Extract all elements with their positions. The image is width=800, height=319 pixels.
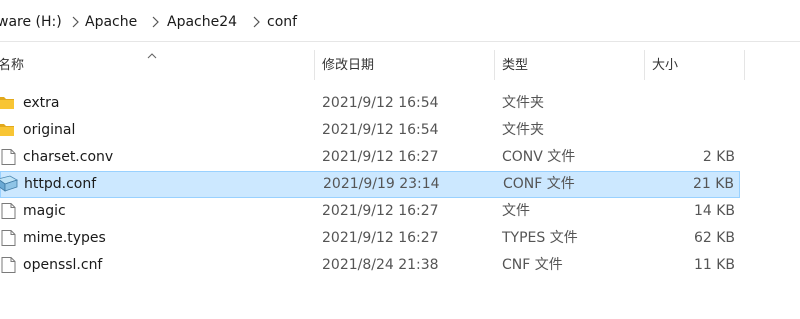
file-name: httpd.conf: [24, 176, 97, 192]
breadcrumb-item-apache[interactable]: Apache: [85, 12, 137, 32]
breadcrumb-item-drive[interactable]: ware (H:): [0, 12, 62, 32]
file-date: 2021/9/12 16:27: [322, 149, 439, 165]
file-type: 文件夹: [502, 95, 544, 111]
breadcrumb-item-conf[interactable]: conf: [267, 12, 297, 32]
file-name: magic: [23, 203, 66, 219]
sort-ascending-icon: [147, 47, 157, 59]
file-row[interactable]: magic 2021/9/12 16:27 文件 14 KB: [0, 198, 740, 225]
column-header: 名称 修改日期 类型 大小: [0, 42, 800, 90]
column-divider[interactable]: [314, 50, 315, 80]
file-icon: [0, 202, 18, 220]
file-name: openssl.cnf: [23, 257, 103, 273]
conf-file-icon: [0, 175, 18, 193]
file-name: mime.types: [23, 230, 106, 246]
file-date: 2021/9/12 16:54: [322, 122, 439, 138]
file-type: TYPES 文件: [502, 230, 578, 246]
column-header-name[interactable]: 名称: [0, 58, 24, 74]
file-type: CNF 文件: [502, 257, 563, 273]
file-icon: [0, 256, 18, 274]
file-size: 62 KB: [693, 230, 735, 246]
column-divider[interactable]: [644, 50, 645, 80]
chevron-right-icon[interactable]: [70, 16, 80, 28]
file-row[interactable]: charset.conv 2021/9/12 16:27 CONV 文件 2 K…: [0, 144, 740, 171]
file-name: charset.conv: [23, 149, 114, 165]
chevron-right-icon[interactable]: [251, 16, 261, 28]
file-size: 21 KB: [692, 176, 734, 192]
chevron-right-icon[interactable]: [150, 16, 160, 28]
column-header-type[interactable]: 类型: [502, 58, 528, 74]
folder-icon: [0, 94, 18, 112]
file-size: 14 KB: [693, 203, 735, 219]
column-header-date[interactable]: 修改日期: [322, 58, 374, 74]
file-name: extra: [23, 95, 60, 111]
file-type: CONF 文件: [503, 176, 575, 192]
column-header-size[interactable]: 大小: [652, 58, 678, 74]
file-explorer: ware (H:) Apache Apache24 conf 名称 修改日期 类…: [0, 0, 800, 319]
file-date: 2021/9/12 16:54: [322, 95, 439, 111]
file-size: 2 KB: [702, 149, 735, 165]
file-row-selected[interactable]: httpd.conf 2021/9/19 23:14 CONF 文件 21 KB: [0, 171, 740, 198]
file-icon: [0, 148, 18, 166]
file-row[interactable]: extra 2021/9/12 16:54 文件夹: [0, 90, 740, 117]
column-divider[interactable]: [744, 50, 745, 80]
breadcrumb: ware (H:) Apache Apache24 conf: [0, 0, 800, 42]
file-date: 2021/8/24 21:38: [322, 257, 439, 273]
file-row[interactable]: openssl.cnf 2021/8/24 21:38 CNF 文件 11 KB: [0, 252, 740, 279]
file-date: 2021/9/12 16:27: [322, 230, 439, 246]
file-date: 2021/9/12 16:27: [322, 203, 439, 219]
file-row[interactable]: mime.types 2021/9/12 16:27 TYPES 文件 62 K…: [0, 225, 740, 252]
file-type: 文件: [502, 203, 530, 219]
breadcrumb-item-apache24[interactable]: Apache24: [167, 12, 237, 32]
file-name: original: [23, 122, 76, 138]
file-icon: [0, 229, 18, 247]
file-type: CONV 文件: [502, 149, 576, 165]
file-type: 文件夹: [502, 122, 544, 138]
file-size: 11 KB: [693, 257, 735, 273]
file-date: 2021/9/19 23:14: [323, 176, 440, 192]
column-divider[interactable]: [494, 50, 495, 80]
file-row[interactable]: original 2021/9/12 16:54 文件夹: [0, 117, 740, 144]
folder-icon: [0, 121, 18, 139]
